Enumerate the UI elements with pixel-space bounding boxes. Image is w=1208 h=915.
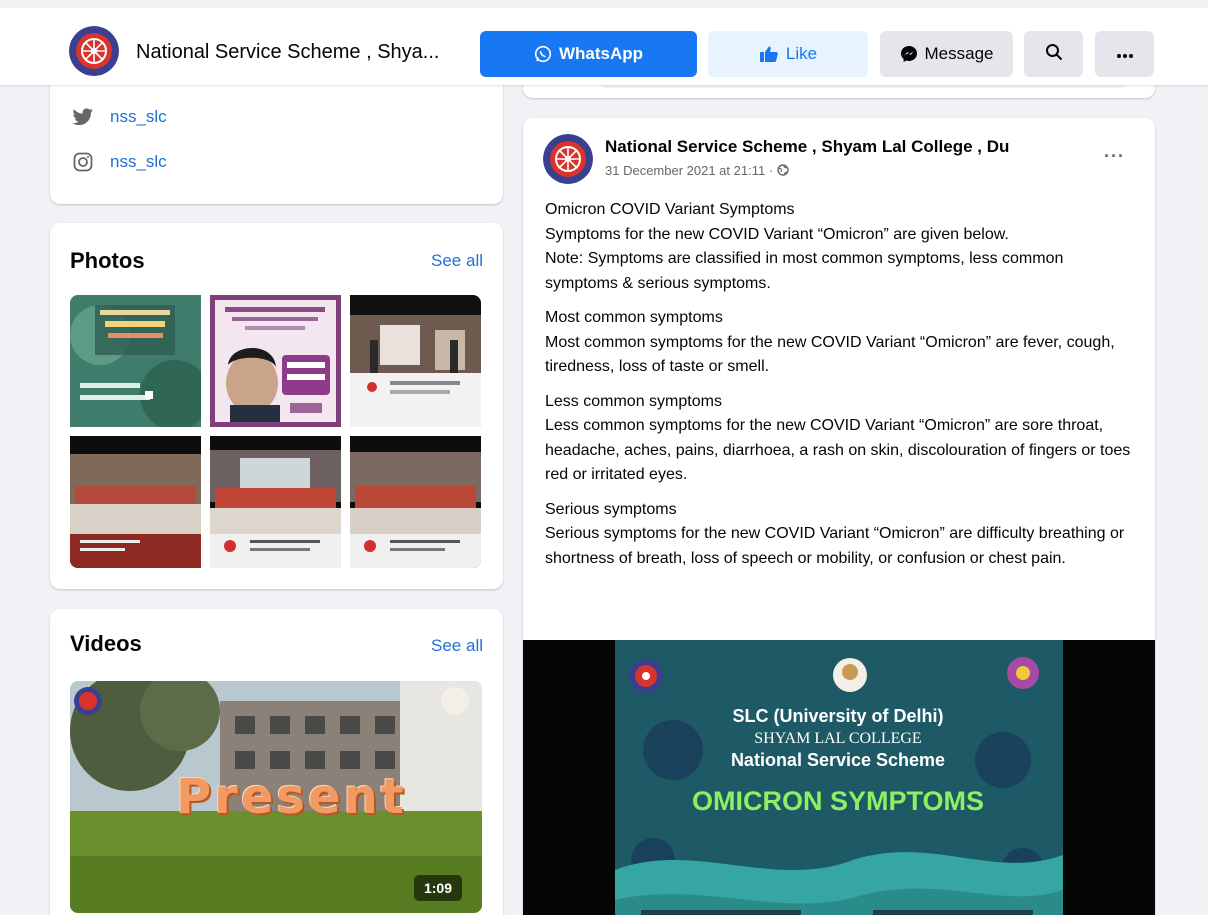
photos-title: Photos [70,248,145,273]
instagram-handle: nss_slc [110,152,167,171]
photo-thumbnail[interactable] [350,295,481,427]
post-text: Omicron COVID Variant Symptoms Symptoms f… [545,198,1135,581]
video-thumbnail[interactable]: Present 1:09 [70,681,482,913]
message-button[interactable]: Message [880,31,1013,77]
twitter-handle: nss_slc [110,107,167,126]
photo-thumbnail[interactable] [210,436,341,568]
message-label: Message [924,44,994,63]
photos-card: Photos See all [50,223,503,589]
post-card: National Service Scheme , Shyam Lal Coll… [523,118,1155,915]
photo-thumbnail[interactable] [350,436,481,568]
photos-see-all-link[interactable]: See all [431,251,483,271]
video-duration-badge: 1:09 [413,875,462,901]
omicron-poster: SLC (University of Delhi) SHYAM LAL COLL… [523,640,1155,915]
post-paragraph: Less common symptoms Less common symptoms… [545,392,1131,484]
post-paragraph: Most common symptoms Most common symptoms… [545,309,1115,375]
page-title: National Service Scheme , Shya... [136,41,440,63]
twitter-icon [70,104,96,130]
post-author-avatar[interactable] [543,134,593,184]
twitter-link[interactable]: nss_slc [70,104,167,130]
instagram-icon [70,149,96,175]
post-image[interactable]: SLC (University of Delhi) SHYAM LAL COLL… [523,640,1155,915]
photo-thumbnail[interactable] [70,436,201,568]
page-header: National Service Scheme , Shya... WhatsA… [0,0,1208,85]
whatsapp-label: WhatsApp [558,44,644,63]
messenger-icon [900,45,918,63]
search-button[interactable] [1024,31,1083,77]
videos-card: Videos See all Present 1:09 [50,609,503,915]
whatsapp-icon [534,45,552,63]
more-horizontal-icon [1116,44,1134,64]
svg-text:National Service Scheme: National Service Scheme [731,750,945,770]
globe-icon [777,163,789,178]
whatsapp-button[interactable]: WhatsApp [480,31,697,77]
photo-thumbnail[interactable] [70,295,201,427]
photo-thumbnail[interactable] [210,295,341,427]
like-label: Like [785,44,818,63]
post-author-name[interactable]: National Service Scheme , Shyam Lal Coll… [605,137,1009,157]
svg-text:SLC (University of Delhi): SLC (University of Delhi) [732,706,943,726]
video-overlay-text: Present [176,769,407,825]
more-options-button[interactable] [1095,31,1154,77]
post-paragraph: Omicron COVID Variant Symptoms Symptoms f… [545,201,1064,292]
nss-logo-avatar[interactable] [69,26,119,76]
like-button[interactable]: Like [708,31,868,77]
post-timestamp-text: 31 December 2021 at 21:11 · [605,163,777,178]
videos-see-all-link[interactable]: See all [431,636,483,656]
instagram-link[interactable]: nss_slc [70,149,167,175]
post-paragraph: Serious symptoms Serious symptoms for the… [545,500,1125,567]
svg-text:OMICRON SYMPTOMS: OMICRON SYMPTOMS [692,786,984,816]
videos-title: Videos [70,631,142,656]
post-options-icon[interactable]: ··· [1104,146,1125,167]
thumbs-up-icon [759,45,779,63]
post-timestamp[interactable]: 31 December 2021 at 21:11 · [605,163,789,178]
svg-text:SHYAM LAL COLLEGE: SHYAM LAL COLLEGE [754,730,921,747]
search-icon [1045,43,1063,66]
